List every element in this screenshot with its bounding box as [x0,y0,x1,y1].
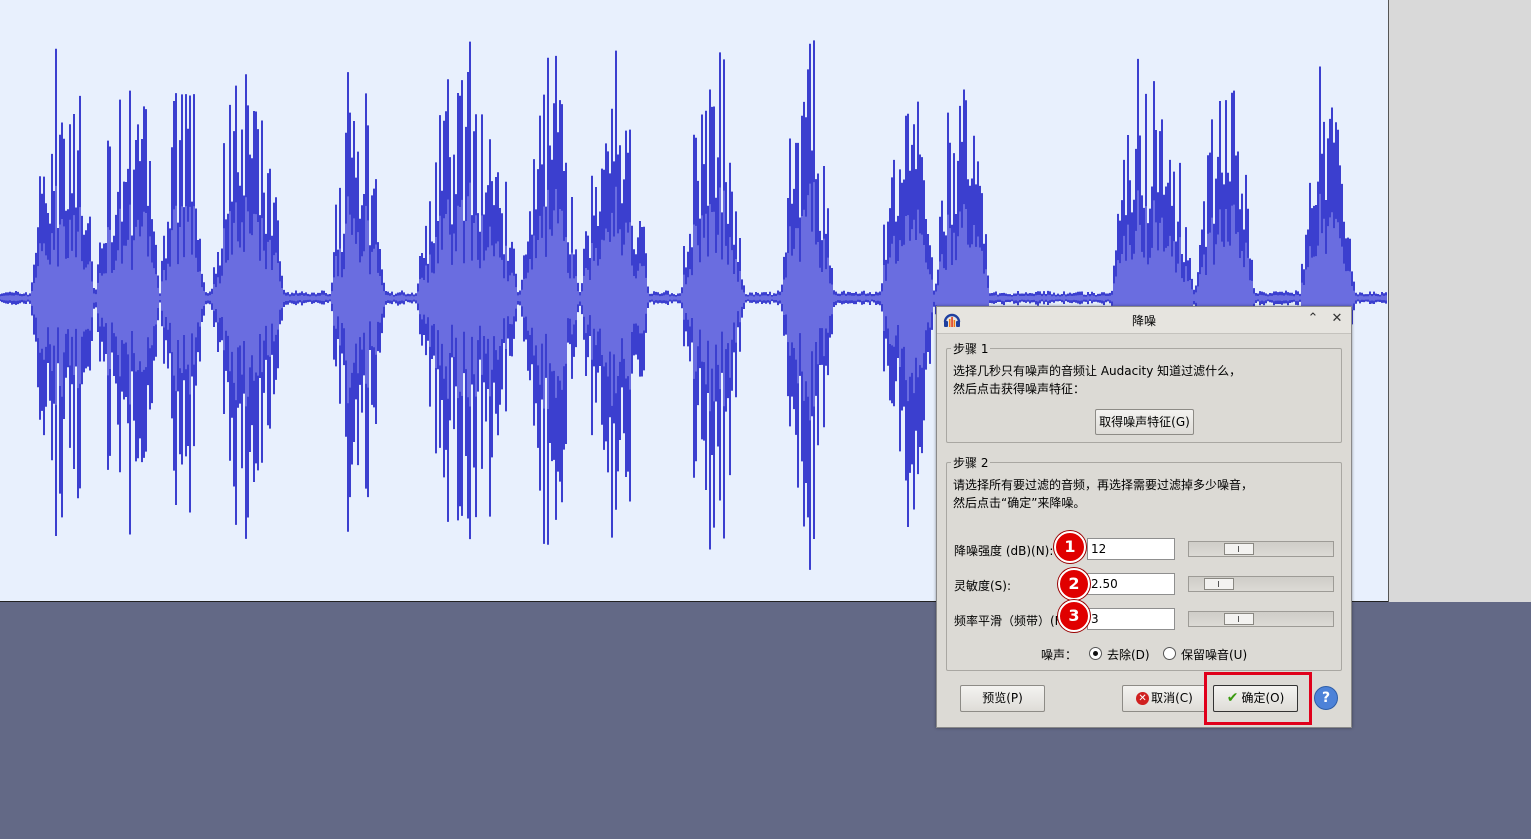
sensitivity-input[interactable]: 2.50 [1087,573,1175,595]
frequency-smoothing-slider[interactable] [1188,611,1334,627]
preview-button[interactable]: 预览(P) [960,685,1045,712]
track-right-panel [1388,0,1531,602]
noise-reduction-dialog: 降噪 ⌃ ✕ 步骤 1 选择几秒只有噪声的音频让 Audacity 知道过滤什么… [936,306,1352,728]
noise-reduction-slider-thumb[interactable] [1223,543,1254,555]
ok-button-highlight [1204,672,1312,725]
noise-reduction-slider[interactable] [1188,541,1334,557]
step1-group: 步骤 1 选择几秒只有噪声的音频让 Audacity 知道过滤什么， 然后点击获… [946,340,1342,443]
frequency-smoothing-slider-thumb[interactable] [1223,613,1254,625]
remove-radio-label[interactable]: 去除(D) [1107,646,1150,663]
cancel-icon: ✕ [1136,692,1150,705]
step1-desc-line1: 选择几秒只有噪声的音频让 Audacity 知道过滤什么， [953,364,1242,378]
frequency-smoothing-input[interactable]: 3 [1087,608,1175,630]
step-badge-2: 2 [1058,568,1090,600]
cancel-button-label: 取消(C) [1151,691,1193,705]
step-badge-1: 1 [1054,531,1086,563]
noise-reduction-input[interactable]: 12 [1087,538,1175,560]
dialog-titlebar[interactable]: 降噪 ⌃ ✕ [937,307,1351,334]
noise-label: 噪声： [1041,648,1078,662]
remove-radio[interactable] [1089,647,1102,660]
step2-group: 步骤 2 请选择所有要过滤的音频，再选择需要过滤掉多少噪音， 然后点击“确定”来… [946,454,1342,671]
get-noise-profile-button[interactable]: 取得噪声特征(G) [1095,409,1194,435]
keep-noise-radio-label[interactable]: 保留噪音(U) [1181,646,1247,663]
step1-title: 步骤 1 [951,340,991,357]
sensitivity-label: 灵敏度(S): [954,579,1012,593]
noise-reduction-label: 降噪强度 (dB)(N): [954,544,1054,558]
step2-desc-line2: 然后点击“确定”来降噪。 [953,496,1086,510]
step2-desc-line1: 请选择所有要过滤的音频，再选择需要过滤掉多少噪音， [953,478,1254,492]
sensitivity-slider-thumb[interactable] [1204,578,1235,590]
minimize-icon[interactable]: ⌃ [1305,311,1321,327]
step-badge-3: 3 [1058,600,1090,632]
dialog-title: 降噪 [1131,314,1156,328]
keep-noise-radio[interactable] [1163,647,1176,660]
close-icon[interactable]: ✕ [1329,311,1345,327]
help-icon[interactable]: ? [1314,686,1338,710]
step1-desc-line2: 然后点击获得噪声特征： [953,382,1086,396]
sensitivity-slider[interactable] [1188,576,1334,592]
cancel-button[interactable]: ✕ 取消(C) [1122,685,1207,712]
step2-title: 步骤 2 [951,454,991,471]
frequency-smoothing-label: 频率平滑（频带）(F): [954,614,1071,628]
